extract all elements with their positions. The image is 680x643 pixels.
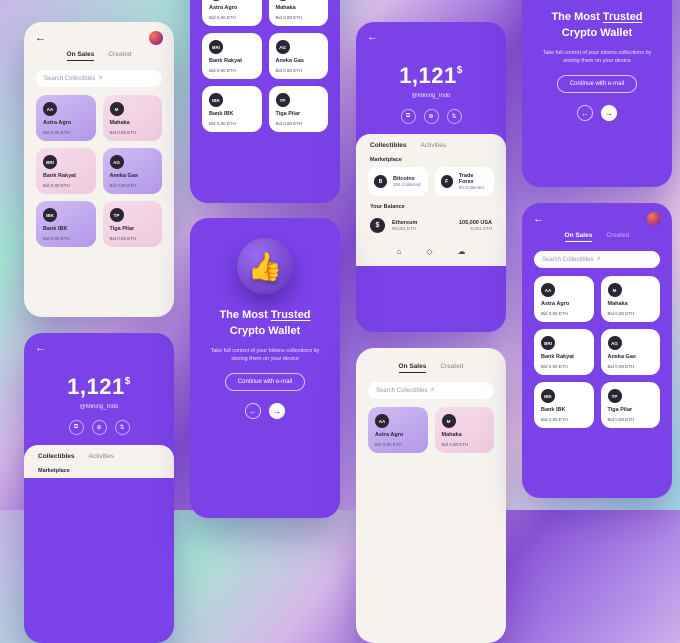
phone-onboarding-top: The Most TrustedCrypto Wallet Take full … [522, 0, 672, 187]
next-button[interactable]: → [601, 105, 617, 121]
back-arrow-icon[interactable]: ← [35, 32, 46, 44]
search-icon: ⌕ [597, 256, 652, 263]
tab-activities[interactable]: Activities [420, 142, 446, 149]
thumbs-up-icon: 👍 [248, 250, 283, 283]
action-chip-icon[interactable]: ⧉ [401, 109, 416, 124]
collectible-tile[interactable]: AGAneka GasBid 0,90 ETH [103, 148, 163, 194]
search-icon: ⌕ [431, 387, 486, 394]
collectible-tile[interactable]: BRIBank RakyatBid 0,90 ETH [36, 148, 96, 194]
coin-icon: AA [43, 102, 57, 116]
search-input[interactable]: Search Collectibles ⌕ [36, 70, 162, 87]
asset-row[interactable]: $ Ethereum96,001 ETH 105,000 USA6,001 ET… [356, 214, 506, 241]
collectible-tile[interactable]: AAAstra AgroBid 0,90 ETH [36, 95, 96, 141]
onboard-subtitle: Take full control of your tokens collect… [522, 42, 672, 76]
nav-explore-icon[interactable]: ◇ [426, 247, 432, 256]
phone-marketplace-dark: ← On Sales Created Search Collectibles ⌕… [522, 203, 672, 498]
collectible-tile[interactable]: AAAstra AgroBid 0,90 ETH [534, 276, 594, 322]
tab-created[interactable]: Created [440, 363, 463, 370]
your-balance-label: Your Balance [356, 202, 506, 214]
tab-on-sales[interactable]: On Sales [565, 232, 593, 239]
collectible-tile[interactable]: TPTiga PilarBid 0,90 ETH [103, 201, 163, 247]
asset-icon: $ [370, 218, 385, 233]
tab-created[interactable]: Created [606, 232, 629, 239]
coin-icon: BRI [43, 155, 57, 169]
back-arrow-icon[interactable]: ← [533, 213, 544, 225]
tab-created[interactable]: Created [108, 51, 131, 58]
action-chip-icon[interactable]: ⊕ [92, 420, 107, 435]
collectible-tile[interactable]: MMahakaBid 0,90 ETH [103, 95, 163, 141]
nav-cloud-icon[interactable]: ☁ [458, 247, 466, 256]
collectible-tile[interactable]: TPTiga PilarBid 0,90 ETH [601, 382, 661, 428]
collectible-tile[interactable]: MMahakaBid 0,90 ETH [601, 276, 661, 322]
search-placeholder: Search Collectibles [44, 76, 99, 82]
bottom-sheet: Collectibles Activities Marketplace BBit… [356, 134, 506, 266]
collectible-tile[interactable]: BRIBank RakyatBid 0,90 ETH [534, 329, 594, 375]
balance-amount: 1,121$ [356, 49, 506, 93]
next-button[interactable]: → [269, 403, 285, 419]
action-chip-icon[interactable]: ⊕ [424, 109, 439, 124]
phone-marketplace-light: ← On Sales Created Search Collectibles ⌕… [24, 22, 174, 317]
action-chip-icon[interactable]: ⇅ [115, 420, 130, 435]
continue-email-button[interactable]: Continue with e-mail [557, 75, 637, 93]
hero-graphic: 👍 [190, 218, 340, 308]
tab-on-sales[interactable]: On Sales [399, 363, 427, 370]
phone-wallet-balance: ← 1,121$ @Mining_Indo ⧉ ⊕ ⇅ Collectibles… [356, 22, 506, 332]
nav-home-icon[interactable]: ⌂ [397, 247, 402, 256]
back-arrow-icon[interactable]: ← [367, 31, 378, 43]
collectible-tile[interactable]: AGAneka GasBid 0,90 ETH [269, 33, 329, 79]
tab-activities[interactable]: Activities [88, 453, 114, 460]
collectible-tile[interactable]: AAAstra AgroBid 0,90 ETH [368, 407, 428, 453]
collectible-tile[interactable]: AGAneka GasBid 0,90 ETH [601, 329, 661, 375]
collectible-tile[interactable]: MMahakaBid 0,90 ETH [435, 407, 495, 453]
onboard-title: The Most TrustedCrypto Wallet [190, 308, 340, 340]
search-input[interactable]: Search Collectibles ⌕ [368, 382, 494, 399]
phone-onboarding-full: 👍 The Most TrustedCrypto Wallet Take ful… [190, 218, 340, 518]
phone-marketplace-light-bottom: On Sales Created Search Collectibles ⌕ A… [356, 348, 506, 643]
coin-icon: M [110, 102, 124, 116]
search-input[interactable]: Search Collectibles ⌕ [534, 251, 660, 268]
action-chip-icon[interactable]: ⧉ [69, 420, 84, 435]
tab-on-sales[interactable]: On Sales [67, 51, 95, 58]
collectible-tile[interactable]: IBKBank IBKBid 0,90 ETH [534, 382, 594, 428]
back-arrow-icon[interactable]: ← [35, 342, 46, 354]
avatar[interactable] [149, 31, 163, 45]
collectible-tile[interactable]: IBKBank IBKBid 0,90 ETH [202, 86, 262, 132]
search-icon: ⌕ [99, 75, 154, 82]
coin-icon: IBK [43, 208, 57, 222]
marketplace-label: Marketplace [356, 155, 506, 167]
coin-icon: TP [110, 208, 124, 222]
continue-email-button[interactable]: Continue with e-mail [225, 373, 305, 391]
phone-marketplace-dark-top: AAAstra AgroBid 0,90 ETH MMahakaBid 0,90… [190, 0, 340, 203]
marketplace-card[interactable]: BBitcoins156 Collected [368, 167, 428, 196]
onboard-title: The Most TrustedCrypto Wallet [522, 10, 672, 42]
action-chip-icon[interactable]: ⇅ [447, 109, 462, 124]
onboard-subtitle: Take full control of your tokens collect… [190, 340, 340, 374]
coin-icon: AG [110, 155, 124, 169]
marketplace-card[interactable]: FTrade Forex93 Collected [435, 167, 495, 196]
balance-amount: 1,121$ [24, 360, 174, 404]
user-handle: @Mining_Indo [356, 93, 506, 99]
prev-button[interactable]: ← [577, 105, 593, 121]
collectible-tile[interactable]: AAAstra AgroBid 0,90 ETH [202, 0, 262, 26]
user-handle: @Mining_Indo [24, 404, 174, 410]
phone-wallet-balance-bottom: ← 1,121$ @Mining_Indo ⧉ ⊕ ⇅ Collectibles… [24, 333, 174, 643]
collectible-tile[interactable]: BRIBank RakyatBid 0,90 ETH [202, 33, 262, 79]
collectible-tile[interactable]: MMahakaBid 0,90 ETH [269, 0, 329, 26]
prev-button[interactable]: ← [245, 403, 261, 419]
tab-collectibles[interactable]: Collectibles [38, 453, 74, 460]
avatar[interactable] [647, 212, 661, 226]
tab-collectibles[interactable]: Collectibles [370, 142, 406, 149]
collectible-tile[interactable]: IBKBank IBKBid 0,90 ETH [36, 201, 96, 247]
collectible-tile[interactable]: TPTiga PilarBid 0,90 ETH [269, 86, 329, 132]
